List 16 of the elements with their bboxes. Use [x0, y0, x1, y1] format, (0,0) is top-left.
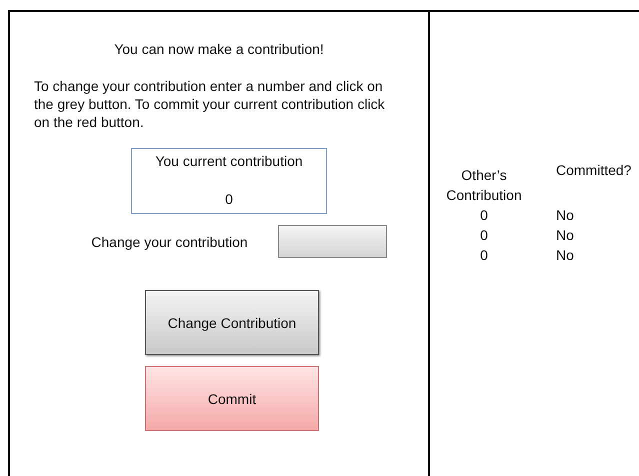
committed-cell-text: No — [556, 206, 575, 225]
contribution-input[interactable] — [278, 225, 387, 258]
committed-cell-text: No — [556, 246, 575, 265]
contribution-cell-text: 0 — [479, 206, 489, 225]
column-header: Committed? — [556, 161, 632, 180]
contribution-cell-text: 0 — [479, 226, 489, 245]
heading: You can now make a contribution! — [114, 41, 324, 57]
contribution-value: 0 — [225, 191, 233, 207]
commit-button[interactable]: Commit — [145, 366, 319, 431]
contribution-cell-text: 0 — [479, 246, 489, 265]
instructions-text: To change your contribution enter a number and click on the grey button. To commit your current contribution click on the red button. — [34, 77, 386, 131]
change-contribution-button[interactable]: Change Contribution — [145, 290, 319, 355]
column-header: Other’s Contribution — [445, 166, 523, 205]
committed-cell-text: No — [556, 226, 575, 245]
field-label: Change your contribution — [91, 234, 248, 250]
contribution-label: You current contribution — [155, 153, 303, 169]
